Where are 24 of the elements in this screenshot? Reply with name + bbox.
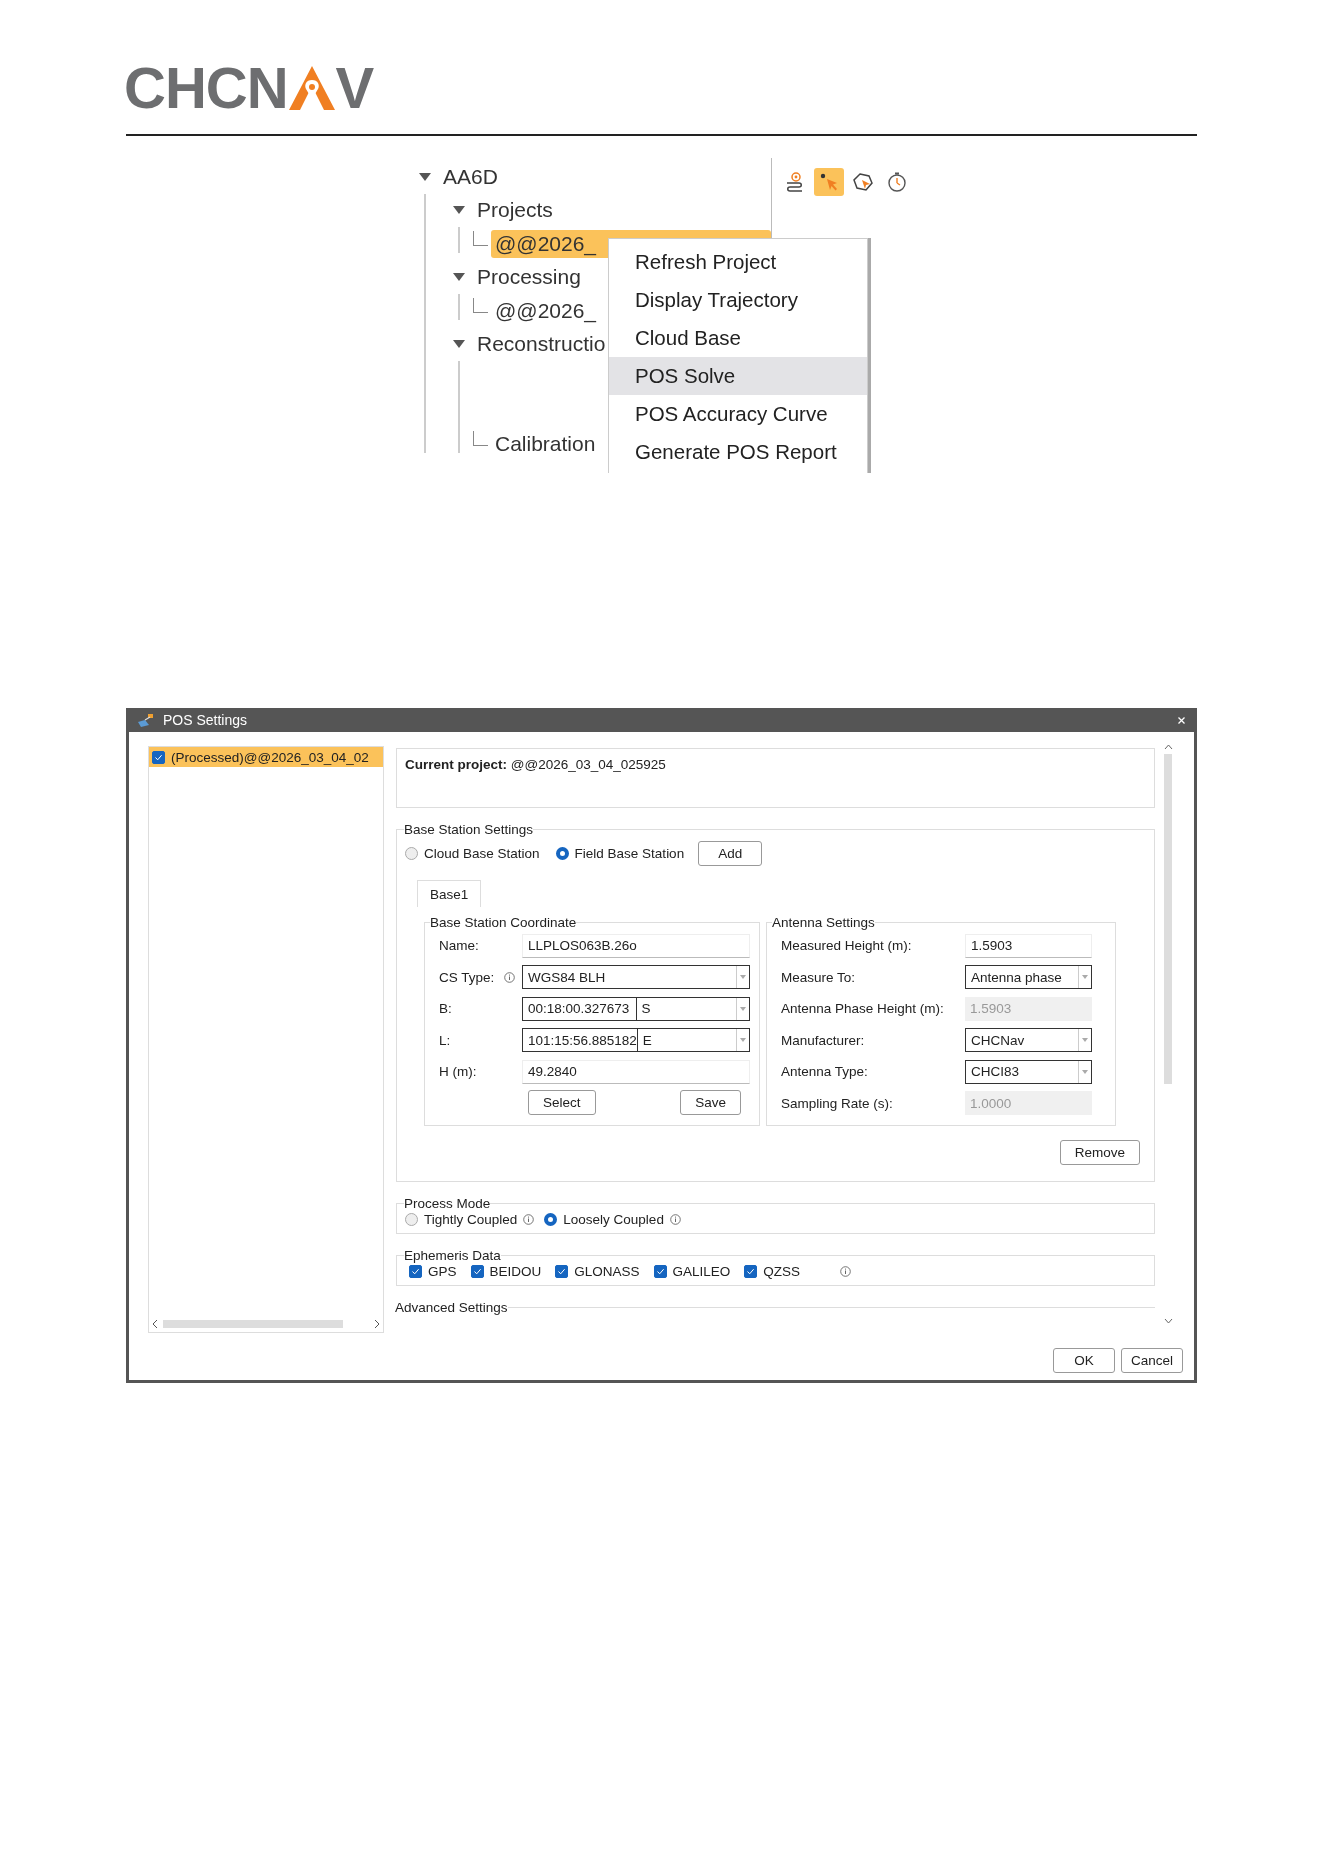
field-label: H (m):: [438, 1064, 478, 1079]
group-title: Base Station Settings: [404, 822, 534, 837]
field-label: CS Type:: [438, 969, 496, 985]
field-label: Antenna Phase Height (m):: [780, 1001, 945, 1016]
logo-text: V: [335, 64, 374, 112]
field-label: B:: [438, 1001, 453, 1016]
field-label: Sampling Rate (s):: [780, 1095, 894, 1111]
group-title: Antenna Settings: [772, 915, 875, 930]
project-name: (Processed)@@2026_03_04_02: [171, 749, 369, 765]
field-label: Manufacturer:: [780, 1032, 866, 1048]
group-title: Base Station Coordinate: [430, 915, 577, 930]
field-label: Antenna Type:: [780, 1064, 869, 1079]
field-label: Measured Height (m):: [780, 938, 913, 953]
readonly-field: 1.0000: [965, 1091, 1092, 1115]
field-label: L:: [438, 1032, 452, 1048]
field-label: Measure To:: [780, 969, 857, 985]
window-title: POS Settings: [163, 712, 248, 728]
group-title: Ephemeris Data: [404, 1248, 501, 1263]
logo-text: CHCN: [124, 64, 288, 112]
group-title: Process Mode: [404, 1196, 491, 1211]
group-title: Advanced Settings: [395, 1300, 508, 1315]
current-project-text: Current project: @@2026_03_04_025925: [405, 757, 666, 772]
readonly-field: 1.5903: [965, 996, 1092, 1021]
field-label: Name:: [438, 938, 480, 953]
